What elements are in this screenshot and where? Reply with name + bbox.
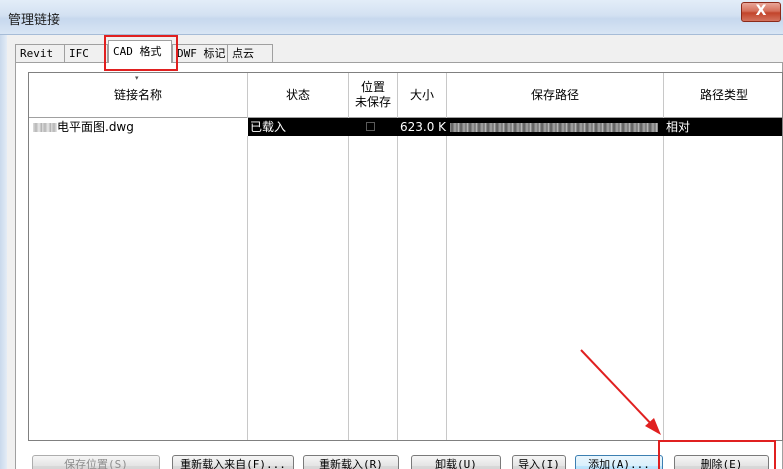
cell-position-unsaved[interactable] [349,118,398,136]
sort-indicator-icon: ▾ [135,74,139,82]
header-status[interactable]: 状态 [248,73,348,118]
header-saved-path[interactable]: 保存路径 [447,73,663,118]
cell-path-type[interactable]: 相对 [664,118,782,136]
close-icon: X [755,3,767,19]
cell-size[interactable]: 623.0 K [398,118,447,136]
header-path-type[interactable]: 路径类型 [664,73,782,118]
cell-saved-path[interactable] [447,118,664,136]
add-button[interactable]: 添加(A)... [575,455,663,469]
window-title: 管理链接 [8,13,61,28]
tab-revit[interactable]: Revit [15,44,65,62]
reload-from-button[interactable]: 重新载入来自(F)... [172,455,294,469]
links-table[interactable]: ▾ 链接名称 状态 位置 未保存 大小 保存路径 路径类型 电平面图.dwg 已… [28,72,783,441]
cell-link-name[interactable]: 电平面图.dwg [29,118,248,136]
annotation-box-tab [104,35,178,71]
annotation-box-delete [658,440,776,469]
position-unsaved-checkbox[interactable] [366,122,375,131]
save-position-button[interactable]: 保存位置(S) [32,455,160,469]
reload-button[interactable]: 重新载入(R) [303,455,399,469]
window-frame-edge [0,35,7,469]
title-bar[interactable]: 管理链接 X [0,0,783,35]
redacted-text [33,123,57,132]
cell-status[interactable]: 已载入 [248,118,349,136]
header-link-name[interactable]: ▾ 链接名称 [29,73,247,118]
close-button[interactable]: X [741,2,781,22]
header-size[interactable]: 大小 [398,73,446,118]
header-position-unsaved[interactable]: 位置 未保存 [349,73,397,118]
import-button[interactable]: 导入(I) [512,455,566,469]
redacted-path [450,123,658,132]
manage-links-dialog: 管理链接 X Revit IFC CAD 格式 DWF 标记 点云 ▾ 链接名称… [0,0,783,469]
tab-dwf-markups[interactable]: DWF 标记 [172,44,228,62]
tab-point-clouds[interactable]: 点云 [227,44,273,62]
table-row[interactable]: 电平面图.dwg 已载入 623.0 K 相对 [29,118,782,136]
unload-button[interactable]: 卸载(U) [411,455,501,469]
tab-ifc[interactable]: IFC [64,44,108,62]
